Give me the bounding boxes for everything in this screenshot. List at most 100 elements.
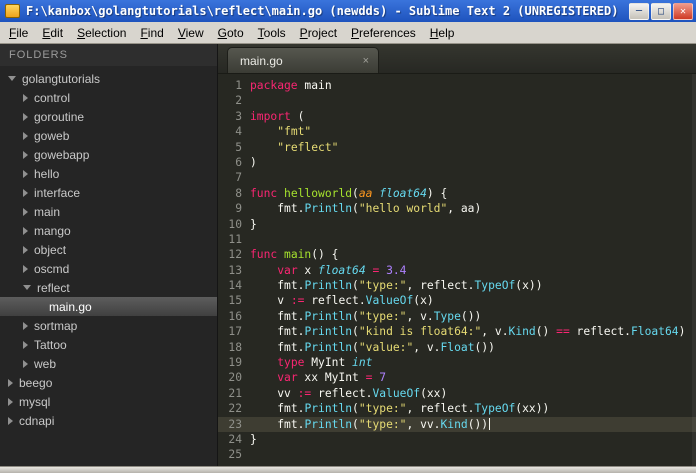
- chevron-right-icon[interactable]: [8, 378, 13, 387]
- line-number: 5: [235, 140, 242, 154]
- tree-item-hello[interactable]: hello: [0, 164, 217, 183]
- window-title: F:\kanbox\golangtutorials\reflect\main.g…: [26, 4, 619, 18]
- code-line-7[interactable]: 7: [218, 170, 696, 185]
- tab-main-go[interactable]: main.go ×: [227, 47, 379, 73]
- chevron-right-icon[interactable]: [23, 207, 28, 216]
- code-text: ): [250, 155, 257, 169]
- tree-item-web[interactable]: web: [0, 354, 217, 373]
- code-line-20[interactable]: 20 var xx MyInt = 7: [218, 370, 696, 385]
- chevron-right-icon[interactable]: [23, 321, 28, 330]
- code-line-19[interactable]: 19 type MyInt int: [218, 355, 696, 370]
- folder-tree: golangtutorials control goroutine goweb gowe…: [0, 66, 217, 466]
- code-editor[interactable]: 1 package main 2 3 import (4 "fmt" 5 "reflect…: [218, 74, 696, 466]
- line-number: 2: [235, 94, 242, 108]
- chevron-down-icon[interactable]: [8, 76, 16, 81]
- menu-item-preferences[interactable]: Preferences: [344, 23, 423, 43]
- sidebar: FOLDERS golangtutorials control goroutine g…: [0, 44, 218, 466]
- menu-item-file[interactable]: File: [2, 23, 35, 43]
- chevron-right-icon[interactable]: [23, 245, 28, 254]
- code-line-6[interactable]: 6): [218, 155, 696, 170]
- title-bar: F:\kanbox\golangtutorials\reflect\main.g…: [0, 0, 696, 22]
- tree-item-beego[interactable]: beego: [0, 373, 217, 392]
- chevron-right-icon[interactable]: [23, 112, 28, 121]
- line-number: 21: [228, 386, 242, 400]
- tree-item-golangtutorials[interactable]: golangtutorials: [0, 69, 217, 88]
- tree-item-tattoo[interactable]: Tattoo: [0, 335, 217, 354]
- menu-item-view[interactable]: View: [171, 23, 211, 43]
- code-line-3[interactable]: 3 import (: [218, 109, 696, 124]
- close-button[interactable]: ✕: [673, 2, 693, 20]
- tree-item-gowebapp[interactable]: gowebapp: [0, 145, 217, 164]
- menu-item-tools[interactable]: Tools: [251, 23, 293, 43]
- tree-item-reflect[interactable]: reflect: [0, 278, 217, 297]
- chevron-right-icon[interactable]: [23, 131, 28, 140]
- code-line-15[interactable]: 15 v := reflect.ValueOf(x): [218, 293, 696, 308]
- tree-item-goroutine[interactable]: goroutine: [0, 107, 217, 126]
- code-line-2[interactable]: 2: [218, 93, 696, 108]
- code-line-16[interactable]: 16 fmt.Println("type:", v.Type()): [218, 309, 696, 324]
- menu-item-help[interactable]: Help: [423, 23, 462, 43]
- tree-item-label: web: [34, 356, 57, 371]
- chevron-right-icon[interactable]: [8, 416, 13, 425]
- code-line-12[interactable]: 12 func main() {: [218, 247, 696, 262]
- tree-item-mysql[interactable]: mysql: [0, 392, 217, 411]
- chevron-right-icon[interactable]: [23, 188, 28, 197]
- tree-item-label: cdnapi: [19, 413, 55, 428]
- menu-item-find[interactable]: Find: [133, 23, 170, 43]
- chevron-right-icon[interactable]: [23, 340, 28, 349]
- line-number: 16: [228, 309, 242, 323]
- code-line-14[interactable]: 14 fmt.Println("type:", reflect.TypeOf(x…: [218, 278, 696, 293]
- code-line-18[interactable]: 18 fmt.Println("value:", v.Float()): [218, 340, 696, 355]
- tree-item-object[interactable]: object: [0, 240, 217, 259]
- code-line-5[interactable]: 5 "reflect": [218, 140, 696, 155]
- code-line-1[interactable]: 1 package main: [218, 78, 696, 93]
- code-line-11[interactable]: 11: [218, 232, 696, 247]
- menu-item-goto[interactable]: Goto: [211, 23, 251, 43]
- tree-item-control[interactable]: control: [0, 88, 217, 107]
- line-number: 6: [235, 155, 242, 169]
- chevron-right-icon[interactable]: [23, 264, 28, 273]
- menu-item-selection[interactable]: Selection: [70, 23, 133, 43]
- tree-item-goweb[interactable]: goweb: [0, 126, 217, 145]
- code-line-25[interactable]: 25: [218, 447, 696, 462]
- chevron-right-icon[interactable]: [23, 93, 28, 102]
- code-line-9[interactable]: 9 fmt.Println("hello world", aa): [218, 201, 696, 216]
- chevron-right-icon[interactable]: [8, 397, 13, 406]
- minimize-button[interactable]: ─: [629, 2, 649, 20]
- tree-item-label: main.go: [49, 299, 92, 314]
- tree-item-label: oscmd: [34, 261, 70, 276]
- chevron-right-icon[interactable]: [23, 226, 28, 235]
- tree-item-label: control: [34, 90, 71, 105]
- tree-item-cdnapi[interactable]: cdnapi: [0, 411, 217, 430]
- code-line-17[interactable]: 17 fmt.Println("kind is float64:", v.Kin…: [218, 324, 696, 339]
- tree-item-sortmap[interactable]: sortmap: [0, 316, 217, 335]
- code-line-23[interactable]: 23 fmt.Println("type:", vv.Kind()): [218, 416, 696, 432]
- menu-item-project[interactable]: Project: [293, 23, 344, 43]
- code-line-8[interactable]: 8 func helloworld(aa float64) {: [218, 186, 696, 201]
- tree-item-main-go[interactable]: main.go: [0, 297, 217, 316]
- tree-item-interface[interactable]: interface: [0, 183, 217, 202]
- chevron-right-icon[interactable]: [23, 169, 28, 178]
- text-cursor: [489, 417, 491, 430]
- tree-item-main[interactable]: main: [0, 202, 217, 221]
- chevron-down-icon[interactable]: [23, 285, 31, 290]
- code-line-21[interactable]: 21 vv := reflect.ValueOf(xx): [218, 386, 696, 401]
- tree-item-mango[interactable]: mango: [0, 221, 217, 240]
- chevron-right-icon[interactable]: [23, 359, 28, 368]
- vertical-scrollbar[interactable]: [692, 74, 696, 466]
- code-line-4[interactable]: 4 "fmt": [218, 124, 696, 139]
- menu-item-edit[interactable]: Edit: [35, 23, 70, 43]
- code-text: v := reflect.ValueOf(x): [277, 294, 434, 308]
- tree-item-label: Tattoo: [34, 337, 67, 352]
- maximize-button[interactable]: □: [651, 2, 671, 20]
- code-line-24[interactable]: 24}: [218, 432, 696, 447]
- code-text: fmt.Println("type:", reflect.TypeOf(xx)): [277, 402, 550, 416]
- code-line-22[interactable]: 22 fmt.Println("type:", reflect.TypeOf(x…: [218, 401, 696, 416]
- tree-item-label: goweb: [34, 128, 70, 143]
- tab-close-icon[interactable]: ×: [363, 55, 369, 67]
- tree-item-oscmd[interactable]: oscmd: [0, 259, 217, 278]
- code-line-13[interactable]: 13 var x float64 = 3.4: [218, 263, 696, 278]
- tree-item-label: mysql: [19, 394, 51, 409]
- code-line-10[interactable]: 10}: [218, 217, 696, 232]
- chevron-right-icon[interactable]: [23, 150, 28, 159]
